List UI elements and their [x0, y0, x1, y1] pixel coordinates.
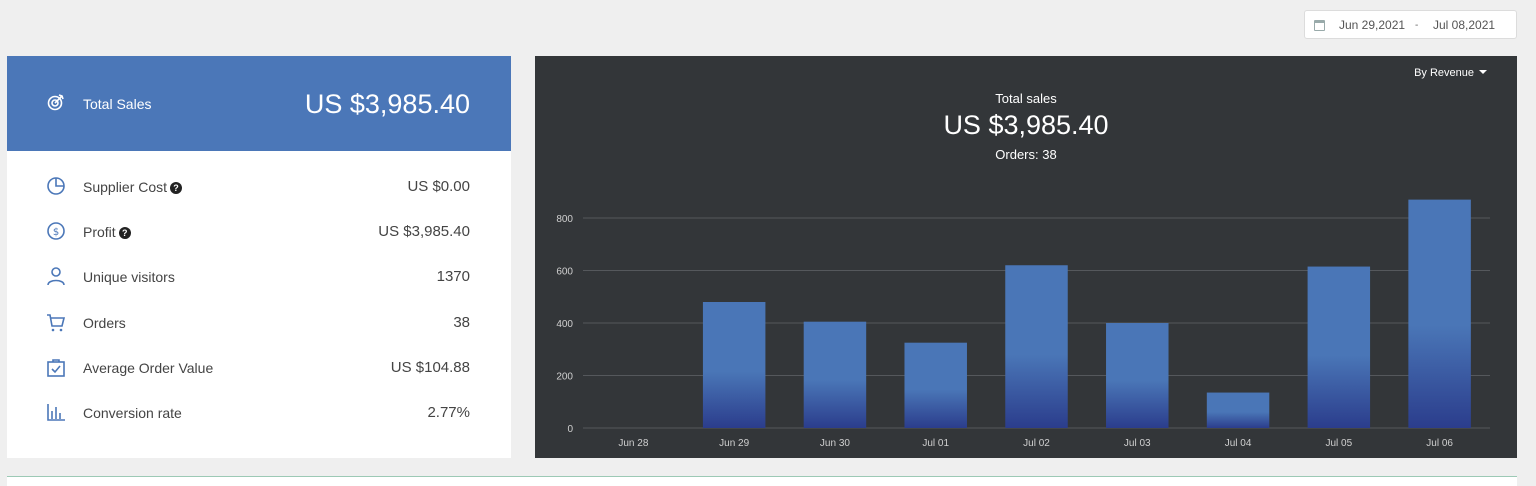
- total-sales-label: Total Sales: [83, 96, 152, 112]
- metric-supplier-cost: Supplier Cost? US $0.00: [7, 172, 511, 202]
- metric-conversion-rate: Conversion rate 2.77%: [7, 398, 511, 428]
- chart-orders: Orders: 38: [995, 147, 1057, 162]
- x-tick-label: Jun 28: [618, 438, 648, 449]
- x-tick-label: Jul 02: [1023, 438, 1050, 449]
- help-icon[interactable]: ?: [170, 182, 183, 194]
- metric-orders: Orders 38: [7, 308, 511, 338]
- next-section-card: [7, 476, 1517, 486]
- date-start[interactable]: Jun 29,2021: [1339, 18, 1405, 32]
- metric-profit: $ Profit? US $3,985.40: [7, 217, 511, 247]
- cart-icon: [47, 314, 66, 332]
- svg-text:$: $: [53, 227, 59, 238]
- bar-jun-30[interactable]: [803, 321, 867, 428]
- y-tick-label: 400: [556, 319, 573, 330]
- metric-label: Supplier Cost: [83, 179, 168, 195]
- metric-unique-visitors: Unique visitors 1370: [7, 262, 511, 292]
- date-range-picker[interactable]: Jun 29,2021 - Jul 08,2021: [1304, 10, 1517, 39]
- sales-chart-card: 0 200 400 600 800 Jun 28 Jun 29 Jun 30 Jul 01 Jul…: [535, 56, 1517, 458]
- chart-title: Total sales: [995, 91, 1057, 106]
- x-tick-label: Jun 29: [719, 438, 749, 449]
- total-sales-header: Total Sales US $3,985.40: [7, 56, 511, 151]
- y-tick-label: 600: [556, 267, 573, 278]
- metric-value: 2.77%: [427, 404, 470, 421]
- date-separator: -: [1415, 20, 1419, 31]
- revenue-dropdown[interactable]: By Revenue: [1414, 67, 1487, 79]
- chart-total: US $3,985.40: [943, 110, 1109, 140]
- bar-jul-06[interactable]: [1408, 199, 1471, 428]
- metric-average-order-value: Average Order Value US $104.88: [7, 353, 511, 383]
- x-tick-label: Jul 03: [1124, 438, 1151, 449]
- summary-card: Total Sales US $3,985.40 Supplier Cost? …: [7, 56, 511, 458]
- dollar-circle-icon: $: [47, 222, 65, 240]
- target-icon: [47, 94, 64, 111]
- bar-jul-02[interactable]: [1005, 265, 1068, 428]
- metric-label: Orders: [83, 315, 126, 331]
- caret-down-icon: [1479, 70, 1487, 74]
- metric-value: 38: [453, 314, 470, 331]
- calendar-icon: [1314, 20, 1325, 31]
- total-sales-value: US $3,985.40: [304, 89, 470, 119]
- y-tick-label: 800: [556, 214, 573, 225]
- bar-jul-01[interactable]: [904, 342, 967, 428]
- metric-label: Average Order Value: [83, 360, 214, 376]
- x-tick-label: Jul 04: [1225, 438, 1252, 449]
- bar-jul-03[interactable]: [1106, 323, 1169, 428]
- user-icon: [47, 267, 65, 286]
- x-tick-label: Jun 30: [820, 438, 850, 449]
- metric-value: 1370: [436, 268, 470, 285]
- bar-jun-29[interactable]: [702, 302, 766, 428]
- bar-jul-04[interactable]: [1206, 392, 1270, 428]
- x-tick-label: Jul 05: [1325, 438, 1352, 449]
- bar-jul-05[interactable]: [1307, 266, 1371, 428]
- metric-label: Profit: [83, 224, 116, 240]
- metric-value: US $3,985.40: [378, 223, 470, 240]
- date-end[interactable]: Jul 08,2021: [1433, 18, 1495, 32]
- help-icon[interactable]: ?: [118, 227, 131, 239]
- revenue-dropdown-label: By Revenue: [1414, 67, 1474, 79]
- metric-value: US $0.00: [407, 178, 470, 195]
- x-tick-label: Jul 06: [1426, 438, 1453, 449]
- shopping-bag-icon: [47, 359, 65, 377]
- metric-label: Unique visitors: [83, 269, 175, 285]
- metric-label: Conversion rate: [83, 405, 182, 421]
- pie-chart-icon: [47, 177, 65, 195]
- x-tick-label: Jul 01: [922, 438, 949, 449]
- bar-chart-icon: [47, 404, 65, 421]
- metric-value: US $104.88: [390, 359, 470, 376]
- y-tick-label: 0: [567, 424, 573, 435]
- y-tick-label: 200: [556, 372, 573, 383]
